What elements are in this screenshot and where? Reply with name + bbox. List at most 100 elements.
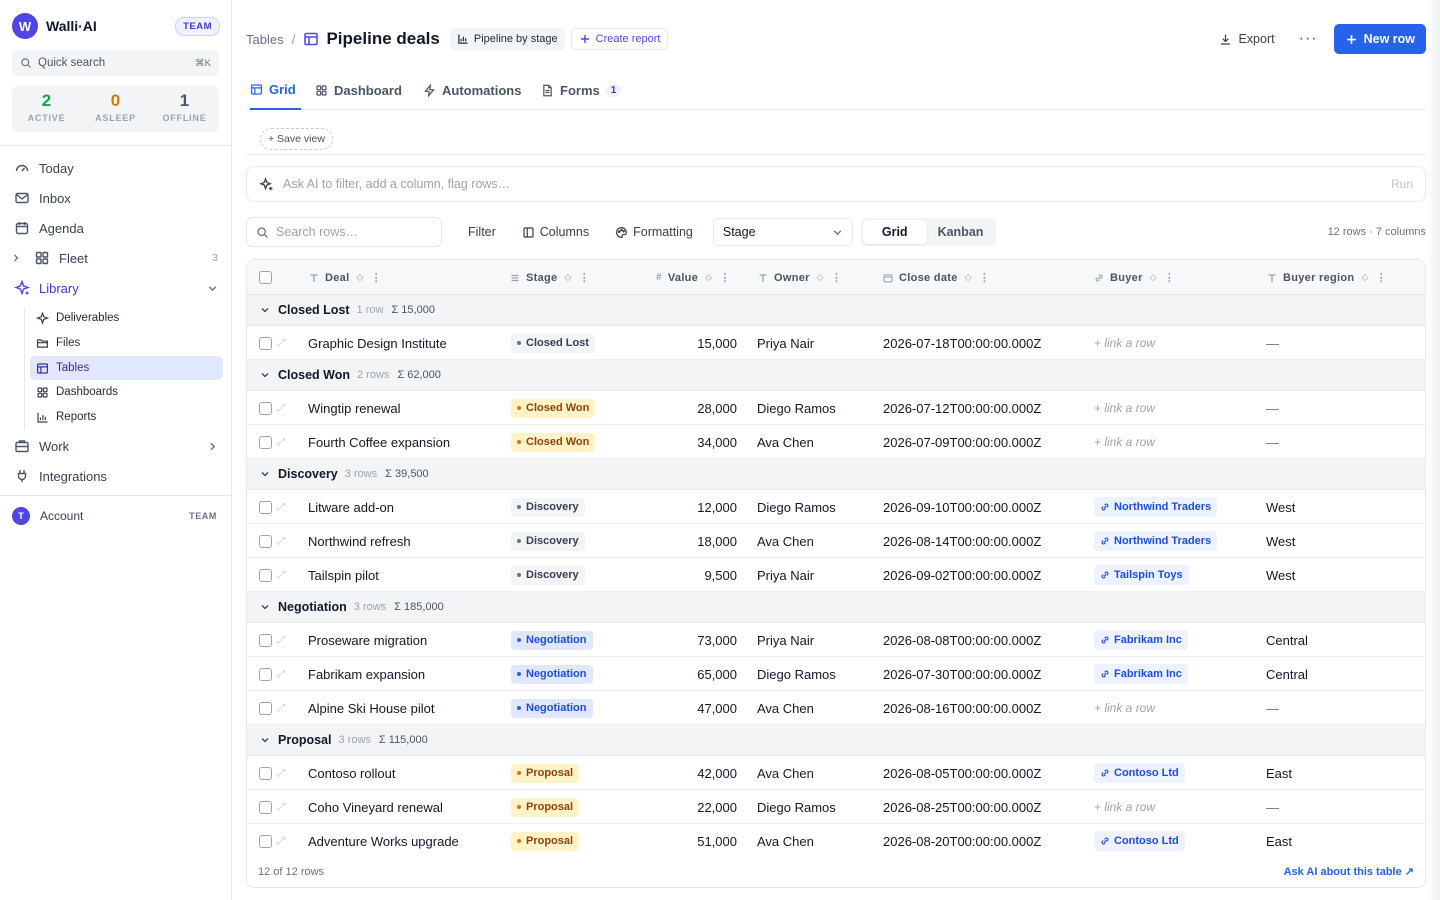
close-date-cell[interactable]: 2026-07-30T00:00:00.000Z xyxy=(883,657,1041,691)
buyer-cell[interactable]: Contoso Ltd xyxy=(1094,824,1185,858)
search-rows-input[interactable]: Search rows… xyxy=(246,217,442,247)
buyer-cell[interactable]: Tailspin Toys xyxy=(1094,558,1189,592)
expand-row-icon[interactable]: ⤢ xyxy=(277,623,285,657)
value-cell[interactable]: 51,000 xyxy=(627,824,737,858)
chevron-down-icon[interactable] xyxy=(260,305,270,315)
buyer-link-chip[interactable]: Contoso Ltd xyxy=(1094,831,1185,851)
export-button[interactable]: Export xyxy=(1219,32,1275,46)
buyer-link-chip[interactable]: Northwind Traders xyxy=(1094,497,1218,517)
close-date-cell[interactable]: 2026-09-02T00:00:00.000Z xyxy=(883,558,1041,592)
deal-cell[interactable]: Graphic Design Institute xyxy=(308,326,447,360)
table-row[interactable]: ⤢ Graphic Design Institute Closed Lost 15,0… xyxy=(247,326,1425,360)
table-row[interactable]: ⤢ Coho Vineyard renewal Proposal 22,000 Dieg… xyxy=(247,790,1425,824)
expand-row-icon[interactable]: ⤢ xyxy=(277,425,285,459)
row-select[interactable] xyxy=(259,326,272,360)
buyer-region-cell[interactable]: — xyxy=(1266,326,1279,360)
owner-cell[interactable]: Diego Ramos xyxy=(757,790,836,824)
deal-cell[interactable]: Litware add-on xyxy=(308,490,394,524)
create-report-button[interactable]: Create report xyxy=(570,28,669,50)
buyer-link-chip[interactable]: Fabrikam Inc xyxy=(1094,630,1188,650)
nav-library[interactable]: Library xyxy=(12,275,220,301)
buyer-cell[interactable]: Fabrikam Inc xyxy=(1094,657,1188,691)
owner-cell[interactable]: Diego Ramos xyxy=(757,490,836,524)
column-menu-icon[interactable]: ⋮ xyxy=(1164,271,1175,284)
ask-ai-table-link[interactable]: Ask AI about this table ↗ xyxy=(1284,865,1414,878)
pipeline-by-stage-pill[interactable]: Pipeline by stage xyxy=(449,28,565,50)
column-header-close-date[interactable]: Close date ◇ ⋮ xyxy=(883,260,990,295)
row-select[interactable] xyxy=(259,691,272,725)
value-cell[interactable]: 34,000 xyxy=(627,425,737,459)
owner-cell[interactable]: Priya Nair xyxy=(757,623,814,657)
tab-dashboard[interactable]: Dashboard xyxy=(315,70,402,110)
sort-icon[interactable]: ◇ xyxy=(356,272,363,283)
buyer-cell[interactable]: Northwind Traders xyxy=(1094,490,1218,524)
stage-cell[interactable]: Discovery xyxy=(511,558,585,592)
column-menu-icon[interactable]: ⋮ xyxy=(579,271,590,284)
formatting-button[interactable]: Formatting xyxy=(615,225,693,239)
new-row-button[interactable]: New row xyxy=(1333,24,1426,54)
group-row[interactable]: Proposal 3 rows Σ 115,000 xyxy=(247,725,1425,756)
close-date-cell[interactable]: 2026-08-14T00:00:00.000Z xyxy=(883,524,1041,558)
group-row[interactable]: Closed Lost 1 row Σ 15,000 xyxy=(247,295,1425,326)
buyer-cell[interactable]: + link a row xyxy=(1094,326,1155,360)
expand-row-icon[interactable]: ⤢ xyxy=(277,790,285,824)
deal-cell[interactable]: Proseware migration xyxy=(308,623,427,657)
owner-cell[interactable]: Priya Nair xyxy=(757,558,814,592)
checkbox[interactable] xyxy=(259,500,272,514)
owner-cell[interactable]: Ava Chen xyxy=(757,524,814,558)
checkbox[interactable] xyxy=(259,435,272,449)
buyer-link-chip[interactable]: Tailspin Toys xyxy=(1094,565,1189,585)
stage-cell[interactable]: Negotiation xyxy=(511,623,593,657)
tab-grid[interactable]: Grid xyxy=(250,70,301,110)
row-select[interactable] xyxy=(259,490,272,524)
sort-icon[interactable]: ◇ xyxy=(965,272,972,283)
buyer-link-chip[interactable]: Fabrikam Inc xyxy=(1094,664,1188,684)
brand[interactable]: W Walli·AI TEAM xyxy=(12,12,220,40)
close-date-cell[interactable]: 2026-09-10T00:00:00.000Z xyxy=(883,490,1041,524)
tab-forms[interactable]: Forms 1 xyxy=(541,70,622,110)
row-select[interactable] xyxy=(259,524,272,558)
value-cell[interactable]: 12,000 xyxy=(627,490,737,524)
ai-command-bar[interactable]: Ask AI to filter, add a column, flag row… xyxy=(246,166,1426,202)
buyer-region-cell[interactable]: West xyxy=(1266,558,1295,592)
stage-cell[interactable]: Closed Won xyxy=(511,425,596,459)
sort-icon[interactable]: ◇ xyxy=(817,272,824,283)
column-header-value[interactable]: # Value ◇ ⋮ xyxy=(656,260,731,295)
checkbox[interactable] xyxy=(259,534,272,548)
stage-cell[interactable]: Closed Lost xyxy=(511,326,595,360)
filter-button[interactable]: Filter xyxy=(468,225,496,239)
row-select[interactable] xyxy=(259,756,272,790)
chevron-down-icon[interactable] xyxy=(260,370,270,380)
value-cell[interactable]: 9,500 xyxy=(627,558,737,592)
stage-cell[interactable]: Proposal xyxy=(511,756,580,790)
buyer-link-chip[interactable]: Northwind Traders xyxy=(1094,531,1218,551)
column-header-stage[interactable]: Stage ◇ ⋮ xyxy=(510,260,590,295)
stage-cell[interactable]: Closed Won xyxy=(511,391,596,425)
save-view-button[interactable]: + Save view xyxy=(260,128,333,150)
group-row[interactable]: Negotiation 3 rows Σ 185,000 xyxy=(247,592,1425,623)
nav-fleet[interactable]: Fleet 3 xyxy=(12,245,220,271)
buyer-region-cell[interactable]: — xyxy=(1266,425,1279,459)
checkbox[interactable] xyxy=(259,667,272,681)
view-grid-button[interactable]: Grid xyxy=(862,220,927,244)
link-a-row-placeholder[interactable]: + link a row xyxy=(1094,401,1155,415)
checkbox[interactable] xyxy=(259,568,272,582)
owner-cell[interactable]: Ava Chen xyxy=(757,425,814,459)
close-date-cell[interactable]: 2026-08-08T00:00:00.000Z xyxy=(883,623,1041,657)
owner-cell[interactable]: Diego Ramos xyxy=(757,657,836,691)
expand-row-icon[interactable]: ⤢ xyxy=(277,756,285,790)
close-date-cell[interactable]: 2026-08-20T00:00:00.000Z xyxy=(883,824,1041,858)
table-row[interactable]: ⤢ Northwind refresh Discovery 18,000 Ava Che… xyxy=(247,524,1425,558)
checkbox[interactable] xyxy=(259,336,272,350)
group-by-select[interactable]: Stage xyxy=(712,218,853,246)
buyer-region-cell[interactable]: Central xyxy=(1266,623,1308,657)
expand-row-icon[interactable]: ⤢ xyxy=(277,490,285,524)
stage-cell[interactable]: Proposal xyxy=(511,824,580,858)
column-menu-icon[interactable]: ⋮ xyxy=(979,271,990,284)
library-deliverables[interactable]: Deliverables xyxy=(30,306,223,330)
buyer-region-cell[interactable]: East xyxy=(1266,824,1292,858)
close-date-cell[interactable]: 2026-08-25T00:00:00.000Z xyxy=(883,790,1041,824)
row-select[interactable] xyxy=(259,657,272,691)
checkbox[interactable] xyxy=(259,800,272,814)
chevron-down-icon[interactable] xyxy=(260,602,270,612)
